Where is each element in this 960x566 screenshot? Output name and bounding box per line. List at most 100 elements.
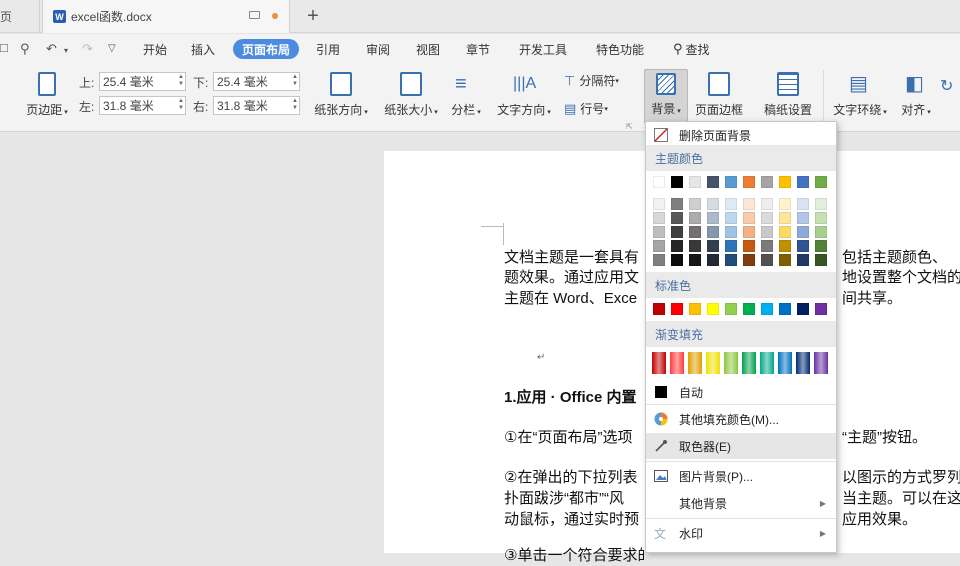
theme-shade-swatch[interactable] bbox=[761, 240, 773, 252]
gradient-fill-swatch[interactable] bbox=[814, 352, 828, 374]
orientation-button[interactable]: 纸张方向 ▾ bbox=[311, 72, 371, 118]
theme-shade-swatch[interactable] bbox=[689, 240, 701, 252]
theme-color-swatch[interactable] bbox=[707, 176, 719, 188]
theme-color-swatch[interactable] bbox=[689, 176, 701, 188]
theme-shade-swatch[interactable] bbox=[689, 226, 701, 238]
menu-view[interactable]: 视图 bbox=[407, 39, 449, 59]
theme-shade-swatch[interactable] bbox=[653, 254, 665, 266]
top-margin-field[interactable]: 25.4 毫米 ▲ ▼ bbox=[99, 72, 186, 91]
standard-color-swatch[interactable] bbox=[815, 303, 827, 315]
theme-shade-swatch[interactable] bbox=[689, 254, 701, 266]
watermark-item[interactable]: 文 水印 ▶ bbox=[646, 520, 836, 546]
theme-shade-swatch[interactable] bbox=[725, 198, 737, 210]
theme-shade-swatch[interactable] bbox=[815, 212, 827, 224]
theme-shade-swatch[interactable] bbox=[779, 240, 791, 252]
theme-shade-swatch[interactable] bbox=[707, 212, 719, 224]
theme-shade-swatch[interactable] bbox=[725, 254, 737, 266]
theme-color-swatch[interactable] bbox=[725, 176, 737, 188]
picture-background-item[interactable]: 图片背景(P)... bbox=[646, 463, 836, 489]
menu-review[interactable]: 审阅 bbox=[357, 39, 399, 59]
menu-section[interactable]: 章节 bbox=[457, 39, 499, 59]
line-numbers-button[interactable]: ▤ 行号 ▾ bbox=[564, 100, 608, 117]
theme-shade-swatch[interactable] bbox=[815, 198, 827, 210]
theme-color-swatch[interactable] bbox=[743, 176, 755, 188]
theme-shade-swatch[interactable] bbox=[689, 198, 701, 210]
theme-shade-swatch[interactable] bbox=[671, 226, 683, 238]
print-preview-icon[interactable]: ⚲ bbox=[20, 41, 30, 57]
bottom-margin-field[interactable]: 25.4 毫米 ▲ ▼ bbox=[213, 72, 300, 91]
spinner-icon[interactable]: ▲ ▼ bbox=[178, 74, 184, 88]
theme-shade-swatch[interactable] bbox=[797, 226, 809, 238]
theme-shade-swatch[interactable] bbox=[653, 226, 665, 238]
theme-color-swatch[interactable] bbox=[779, 176, 791, 188]
theme-shade-swatch[interactable] bbox=[671, 198, 683, 210]
theme-shade-swatch[interactable] bbox=[761, 254, 773, 266]
theme-color-swatch[interactable] bbox=[671, 176, 683, 188]
theme-shade-swatch[interactable] bbox=[707, 254, 719, 266]
theme-shade-swatch[interactable] bbox=[815, 240, 827, 252]
right-margin-field[interactable]: 31.8 毫米 ▲ ▼ bbox=[213, 96, 300, 115]
theme-shade-swatch[interactable] bbox=[671, 254, 683, 266]
theme-shade-swatch[interactable] bbox=[707, 240, 719, 252]
theme-shade-swatch[interactable] bbox=[761, 198, 773, 210]
gradient-fill-swatch[interactable] bbox=[706, 352, 720, 374]
theme-shade-swatch[interactable] bbox=[779, 198, 791, 210]
other-background-item[interactable]: 其他背景 ▶ bbox=[646, 490, 836, 516]
background-button[interactable]: 背景 ▾ bbox=[644, 69, 688, 124]
theme-shade-swatch[interactable] bbox=[797, 240, 809, 252]
new-tab-button[interactable]: + bbox=[300, 4, 326, 28]
theme-shade-swatch[interactable] bbox=[797, 198, 809, 210]
theme-shade-swatch[interactable] bbox=[761, 226, 773, 238]
theme-shade-swatch[interactable] bbox=[815, 226, 827, 238]
rotate-icon[interactable]: ↻ bbox=[940, 76, 960, 116]
theme-shade-swatch[interactable] bbox=[707, 198, 719, 210]
theme-shade-swatch[interactable] bbox=[743, 212, 755, 224]
paper-settings-button[interactable]: 稿纸设置 bbox=[760, 72, 816, 118]
standard-color-swatch[interactable] bbox=[761, 303, 773, 315]
columns-button[interactable]: ≡ 分栏 ▾ bbox=[448, 72, 484, 118]
theme-shade-swatch[interactable] bbox=[725, 240, 737, 252]
more-fill-colors-item[interactable]: 其他填充颜色(M)... bbox=[646, 406, 836, 432]
menu-insert[interactable]: 插入 bbox=[182, 39, 224, 59]
theme-shade-swatch[interactable] bbox=[815, 254, 827, 266]
align-button[interactable]: ◧ 对齐 ▾ bbox=[898, 72, 934, 118]
theme-shade-swatch[interactable] bbox=[725, 226, 737, 238]
theme-shade-swatch[interactable] bbox=[671, 212, 683, 224]
gradient-fill-swatch[interactable] bbox=[724, 352, 738, 374]
theme-color-swatch[interactable] bbox=[797, 176, 809, 188]
standard-color-swatch[interactable] bbox=[797, 303, 809, 315]
tab-current-document[interactable]: W excel函数.docx bbox=[42, 0, 290, 33]
theme-shade-swatch[interactable] bbox=[797, 254, 809, 266]
theme-shade-swatch[interactable] bbox=[779, 254, 791, 266]
text-wrap-button[interactable]: ▤ 文字环绕 ▾ bbox=[830, 72, 890, 118]
save-icon[interactable]: □ bbox=[0, 40, 8, 55]
menu-developer[interactable]: 开发工具 bbox=[510, 39, 576, 59]
theme-shade-swatch[interactable] bbox=[779, 212, 791, 224]
theme-shade-swatch[interactable] bbox=[653, 240, 665, 252]
standard-color-swatch[interactable] bbox=[779, 303, 791, 315]
text-direction-button[interactable]: |||A 文字方向 ▾ bbox=[494, 72, 554, 118]
gradient-fill-swatch[interactable] bbox=[778, 352, 792, 374]
theme-shade-swatch[interactable] bbox=[797, 212, 809, 224]
spinner-icon[interactable]: ▲ ▼ bbox=[178, 98, 184, 112]
theme-color-swatch[interactable] bbox=[815, 176, 827, 188]
eyedropper-item[interactable]: 取色器(E) bbox=[646, 433, 836, 459]
left-margin-field[interactable]: 31.8 毫米 ▲ ▼ bbox=[99, 96, 186, 115]
spinner-icon[interactable]: ▲ ▼ bbox=[292, 74, 298, 88]
theme-shade-swatch[interactable] bbox=[743, 198, 755, 210]
menu-home[interactable]: 开始 bbox=[134, 39, 176, 59]
theme-shade-swatch[interactable] bbox=[743, 254, 755, 266]
standard-color-swatch[interactable] bbox=[689, 303, 701, 315]
theme-color-swatch[interactable] bbox=[761, 176, 773, 188]
gradient-fill-swatch[interactable] bbox=[760, 352, 774, 374]
customize-icon[interactable]: ▽ bbox=[108, 43, 116, 54]
theme-shade-swatch[interactable] bbox=[743, 240, 755, 252]
margins-button[interactable]: 页边距 ▾ bbox=[24, 72, 70, 118]
standard-color-swatch[interactable] bbox=[707, 303, 719, 315]
page-border-button[interactable]: 页面边框 bbox=[693, 72, 745, 118]
breaks-button[interactable]: ⊤ 分隔符 ▾ bbox=[564, 72, 619, 89]
theme-shade-swatch[interactable] bbox=[653, 212, 665, 224]
theme-shade-swatch[interactable] bbox=[671, 240, 683, 252]
paper-size-button[interactable]: 纸张大小 ▾ bbox=[381, 72, 441, 118]
theme-shade-swatch[interactable] bbox=[707, 226, 719, 238]
